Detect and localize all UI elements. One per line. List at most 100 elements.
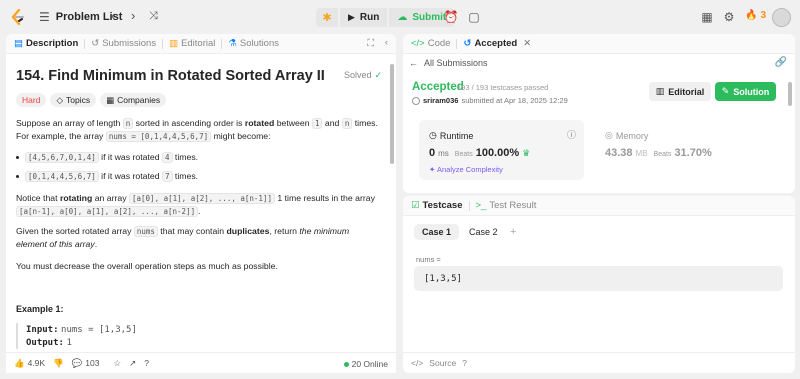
- submission-scrollbar[interactable]: [788, 82, 792, 106]
- collapse-icon[interactable]: ‹: [385, 37, 388, 48]
- runtime-card[interactable]: ◷ Runtime ⓘ 0 ms Beats 100.00% ♛ ✦ Analy…: [419, 120, 584, 180]
- memory-label: Memory: [615, 130, 649, 141]
- companies-button[interactable]: ▦ Companies: [100, 93, 167, 107]
- terminal-icon: >_: [475, 200, 487, 211]
- tab-testcase-label: Testcase: [422, 200, 463, 211]
- clock-icon: ◷: [429, 130, 437, 140]
- avatar[interactable]: [772, 8, 791, 27]
- history-icon: ↺: [91, 38, 100, 49]
- code-tabbar: </> Code ↺ Accepted ✕: [403, 34, 795, 54]
- comments-button[interactable]: 💬 103: [72, 358, 100, 369]
- difficulty-badge: Hard: [16, 93, 47, 107]
- book-icon: ▥: [655, 86, 665, 96]
- runtime-header: ◷ Runtime: [429, 130, 473, 141]
- bold-text: rotated: [244, 118, 275, 128]
- gear-icon[interactable]: ⚙: [721, 9, 737, 25]
- list-item: [4,5,6,7,0,1,4] if it was rotated 4 time…: [16, 152, 198, 163]
- all-submissions-link[interactable]: ← All Submissions: [409, 58, 488, 68]
- leetcode-logo-icon[interactable]: [10, 9, 26, 25]
- tab-solutions-label: Solutions: [239, 38, 280, 49]
- text: 1 time results in the array: [274, 193, 375, 203]
- text: and: [322, 118, 342, 128]
- inline-code: [a[n-1], a[0], a[1], a[2], ..., a[n-2]]: [16, 206, 199, 217]
- inline-code: [a[0], a[1], a[2], ..., a[n-1]]: [129, 193, 275, 204]
- expand-icon[interactable]: ⛶: [367, 38, 374, 49]
- shuffle-icon[interactable]: ⤨: [149, 9, 158, 23]
- nums-input[interactable]: [1,3,5]: [414, 266, 783, 291]
- tab-description[interactable]: ▤ Description: [14, 38, 78, 49]
- text: Given the sorted rotated array: [16, 226, 134, 236]
- text: .: [94, 239, 98, 249]
- divider: [162, 38, 164, 49]
- editorial-label: Editorial: [668, 86, 705, 97]
- tag-icon: ◇: [56, 94, 63, 105]
- case-1-tab[interactable]: Case 1: [414, 224, 460, 240]
- trophy-icon: ♛: [522, 148, 531, 158]
- tab-accepted[interactable]: ↺ Accepted ✕: [463, 38, 531, 49]
- notes-icon[interactable]: ▢: [466, 9, 482, 25]
- companies-label: Companies: [117, 95, 161, 105]
- info-icon[interactable]: ⓘ: [567, 128, 576, 141]
- layout-icon[interactable]: ▦: [699, 9, 715, 25]
- tab-solutions[interactable]: ⚗ Solutions: [228, 38, 279, 49]
- cloud-upload-icon: ☁: [397, 12, 408, 23]
- fire-icon: 🔥: [745, 10, 758, 21]
- like-button[interactable]: 👍 4.9K: [14, 358, 45, 369]
- run-button[interactable]: ▶ Run: [340, 8, 388, 27]
- testcase-panel: ☑ Testcase >_ Test Result Case 1 Case 2 …: [403, 196, 795, 373]
- runtime-metric: 0 ms Beats 100.00% ♛: [429, 147, 530, 159]
- help-icon[interactable]: ?: [462, 358, 467, 368]
- user-icon: [412, 96, 420, 105]
- output-value: 1: [66, 338, 72, 348]
- memory-header: ◎ Memory: [605, 130, 648, 141]
- prev-problem-icon[interactable]: ‹: [111, 9, 115, 23]
- sparkle-icon: ✦: [429, 165, 436, 174]
- streak-counter[interactable]: 🔥 3: [745, 10, 766, 21]
- timer-icon[interactable]: ⏰: [443, 9, 459, 25]
- star-icon[interactable]: ☆: [113, 358, 121, 369]
- description-footer: 👍 4.9K 👎 💬 103 ☆ ↗ ? 20 Online: [6, 352, 396, 373]
- bullet-dot: [16, 174, 19, 178]
- debug-button[interactable]: ✱: [316, 8, 338, 27]
- text: Notice that: [16, 193, 60, 203]
- description-scrollbar[interactable]: [390, 64, 394, 164]
- memory-card[interactable]: ◎ Memory 43.38 MB Beats 31.70%: [595, 120, 773, 180]
- solution-label: Solution: [733, 86, 770, 97]
- code-icon: </>: [411, 358, 424, 368]
- tab-testcase[interactable]: ☑ Testcase: [411, 200, 463, 211]
- help-icon[interactable]: ?: [144, 358, 149, 368]
- source-button[interactable]: Source: [429, 358, 456, 368]
- thumbs-down-icon[interactable]: 👎: [53, 358, 64, 369]
- tab-submissions[interactable]: ↺ Submissions: [91, 38, 156, 49]
- description-paragraph-2: Notice that rotating an array [a[0], a[1…: [16, 192, 378, 218]
- history-icon: ↺: [463, 38, 472, 49]
- case-2-tab[interactable]: Case 2: [461, 224, 506, 240]
- tab-code[interactable]: </> Code: [411, 38, 450, 49]
- share-icon[interactable]: ↗: [129, 358, 136, 369]
- input-value: nums = [1,3,5]: [61, 325, 137, 335]
- inline-code: n: [122, 118, 134, 129]
- problem-list-button[interactable]: ☰ Problem List: [39, 10, 122, 24]
- editorial-button[interactable]: ▥ Editorial: [649, 82, 711, 101]
- divider: [456, 38, 458, 49]
- runtime-beats: 100.00%: [475, 147, 520, 159]
- memory-metric: 43.38 MB Beats 31.70%: [605, 147, 712, 159]
- source-bar: </> Source ?: [403, 352, 795, 373]
- submit-label: Submit: [412, 12, 447, 23]
- link-icon[interactable]: 🔗: [775, 57, 787, 68]
- online-count: 20 Online: [351, 359, 388, 369]
- analyze-complexity-link[interactable]: ✦ Analyze Complexity: [429, 165, 503, 174]
- text: if it was rotated: [98, 171, 162, 181]
- next-problem-icon[interactable]: ›: [131, 9, 135, 23]
- runtime-unit: ms: [438, 149, 449, 158]
- tab-test-result[interactable]: >_ Test Result: [476, 200, 537, 211]
- all-submissions-label: All Submissions: [424, 58, 488, 68]
- close-icon[interactable]: ✕: [523, 38, 531, 49]
- solution-button[interactable]: ✎ Solution: [715, 82, 776, 101]
- topics-button[interactable]: ◇ Topics: [50, 93, 97, 107]
- run-submit-group: ✱ ▶ Run ☁ Submit: [316, 8, 455, 27]
- tab-editorial[interactable]: ▥ Editorial: [169, 38, 215, 49]
- username[interactable]: sriram036: [423, 96, 458, 105]
- add-case-button[interactable]: +: [502, 224, 524, 240]
- online-indicator: 20 Online: [343, 359, 388, 369]
